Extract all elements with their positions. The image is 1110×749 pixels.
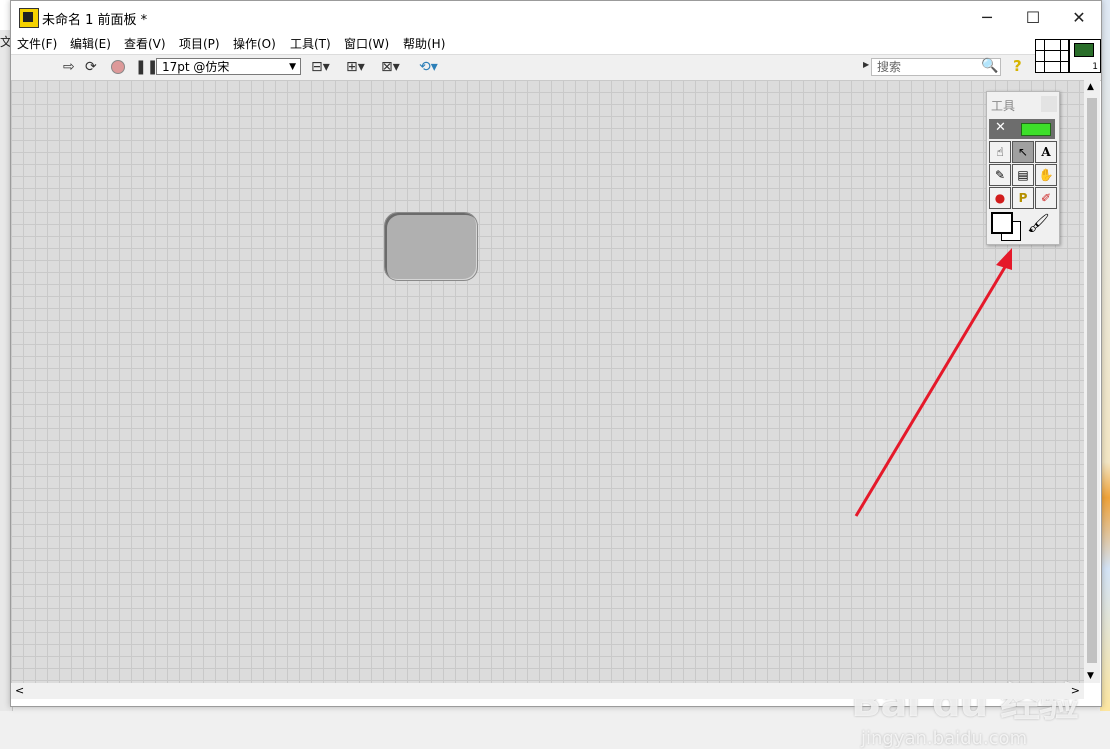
menu-bar: 文件(F) 编辑(E) 查看(V) 项目(P) 操作(O) 工具(T) 窗口(W… bbox=[11, 33, 1101, 53]
reorder-icon[interactable]: ⟲▾ bbox=[419, 58, 438, 76]
close-button[interactable]: ✕ bbox=[1056, 1, 1102, 33]
text-settings-dropdown[interactable]: 17pt @仿宋 ▼ bbox=[156, 58, 301, 75]
pause-icon[interactable]: ❚❚ bbox=[135, 58, 158, 76]
abort-icon[interactable] bbox=[111, 58, 125, 76]
font-select-value: 17pt @仿宋 bbox=[162, 60, 230, 74]
resize-objects-icon[interactable]: ⊠▾ bbox=[381, 58, 400, 76]
front-panel-canvas[interactable]: 工具 ✕ ☝ ↖ A ✎ ▤ ✋ ● P ✐ 🖌 Bai du 经验 jingy… bbox=[11, 80, 1084, 749]
scroll-down-icon[interactable]: ▼ bbox=[1087, 671, 1094, 681]
title-bar[interactable]: 未命名 1 前面板 * ─ ☐ ✕ bbox=[11, 1, 1101, 33]
toolbar: ⇨ ⟳ ❚❚ 17pt @仿宋 ▼ ⊟▾ ⊞▾ ⊠▾ ⟲▾ ▶ 搜索 🔍 ? bbox=[11, 54, 1101, 81]
watermark-main: Bai du 经验 bbox=[851, 680, 1079, 726]
run-continuously-icon[interactable]: ⟳ bbox=[85, 58, 97, 76]
search-placeholder: 搜索 bbox=[877, 60, 902, 74]
run-arrow-icon[interactable]: ⇨ bbox=[63, 58, 75, 76]
distribute-objects-icon[interactable]: ⊞▾ bbox=[346, 58, 365, 76]
watermark-sub: jingyan.baidu.com bbox=[861, 728, 1028, 749]
search-icon[interactable]: 🔍 bbox=[981, 58, 998, 74]
search-expand-icon[interactable]: ▶ bbox=[863, 60, 869, 69]
horizontal-scrollbar[interactable]: < > bbox=[11, 683, 1084, 699]
front-panel-window: 未命名 1 前面板 * ─ ☐ ✕ 文件(F) 编辑(E) 查看(V) 项目(P… bbox=[10, 0, 1102, 749]
connector-pane[interactable] bbox=[1035, 39, 1069, 73]
menu-edit[interactable]: 编辑(E) bbox=[70, 35, 111, 52]
annotation-arrow bbox=[854, 248, 1012, 517]
maximize-button[interactable]: ☐ bbox=[1010, 1, 1056, 33]
menu-operate[interactable]: 操作(O) bbox=[233, 35, 276, 52]
vertical-scrollbar[interactable]: ▲ ▼ bbox=[1084, 80, 1100, 683]
minimize-button[interactable]: ─ bbox=[964, 1, 1010, 33]
window-title: 未命名 1 前面板 * bbox=[42, 13, 148, 28]
vi-icon-number: 1 bbox=[1092, 62, 1098, 72]
chevron-down-icon: ▼ bbox=[289, 62, 296, 72]
align-objects-icon[interactable]: ⊟▾ bbox=[311, 58, 330, 76]
menu-view[interactable]: 查看(V) bbox=[124, 35, 166, 52]
watermark: Bai du 经验 jingyan.baidu.com bbox=[851, 670, 1079, 749]
scroll-right-icon[interactable]: > bbox=[1071, 684, 1080, 697]
menu-help[interactable]: 帮助(H) bbox=[403, 35, 445, 52]
menu-project[interactable]: 项目(P) bbox=[179, 35, 220, 52]
scroll-left-icon[interactable]: < bbox=[15, 684, 24, 697]
help-icon[interactable]: ? bbox=[1013, 57, 1022, 75]
vertical-scroll-thumb[interactable] bbox=[1087, 98, 1097, 663]
scroll-up-icon[interactable]: ▲ bbox=[1087, 82, 1094, 92]
menu-file[interactable]: 文件(F) bbox=[17, 35, 57, 52]
menu-window[interactable]: 窗口(W) bbox=[344, 35, 389, 52]
menu-tools[interactable]: 工具(T) bbox=[290, 35, 331, 52]
vi-icon[interactable]: 1 bbox=[1069, 39, 1101, 73]
labview-app-icon bbox=[19, 8, 39, 28]
